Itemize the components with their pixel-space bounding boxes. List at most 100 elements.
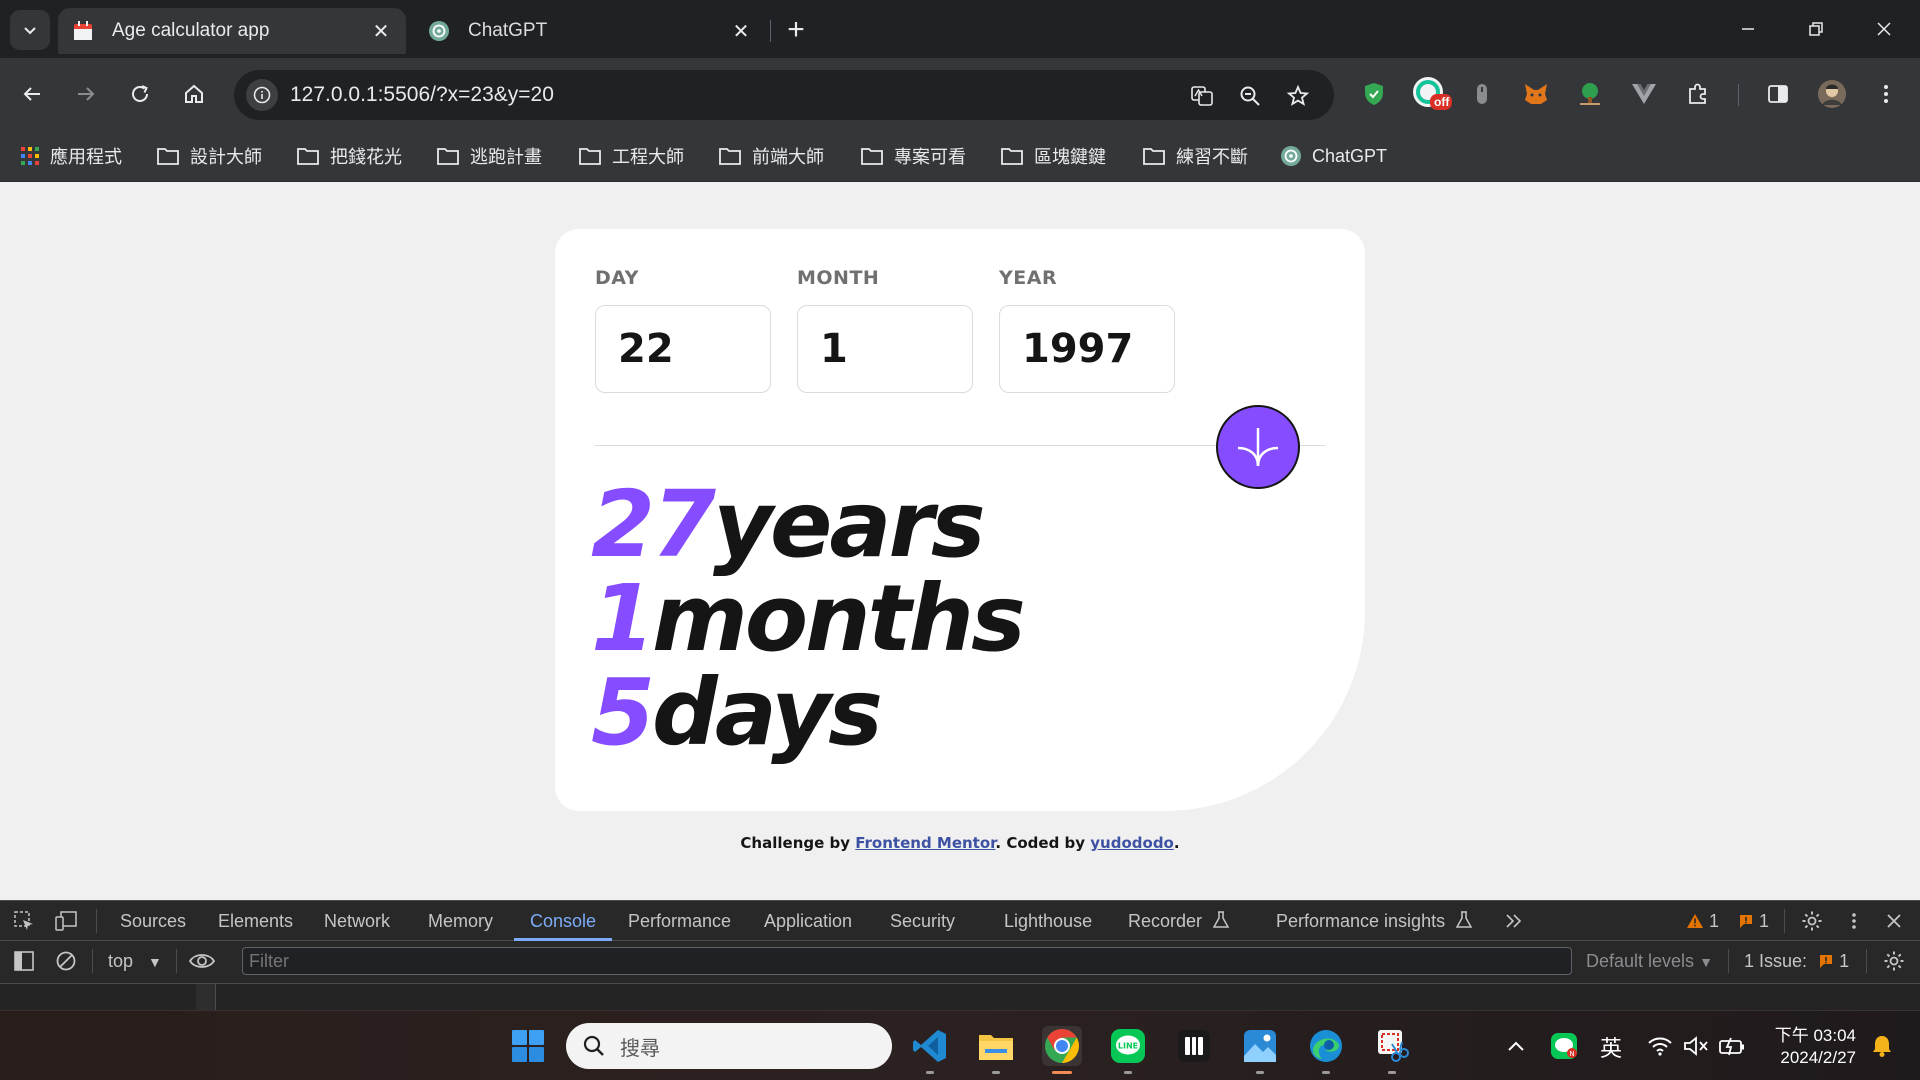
tab-recorder[interactable]: Recorder: [1128, 901, 1230, 941]
grammar-extension[interactable]: off: [1410, 74, 1454, 114]
edge-app[interactable]: [1306, 1026, 1346, 1066]
tab-performance[interactable]: Performance: [628, 901, 731, 941]
reload-button[interactable]: [120, 74, 160, 114]
extensions-button[interactable]: [1682, 78, 1714, 110]
taskbar-search-box[interactable]: 搜尋: [566, 1023, 892, 1069]
live-expression-button[interactable]: [188, 947, 216, 975]
issues-button[interactable]: 1 Issue: 1: [1744, 951, 1849, 972]
tab-console[interactable]: Console: [530, 901, 596, 941]
profile-avatar[interactable]: [1816, 78, 1848, 110]
line-tray-app[interactable]: N: [1548, 1026, 1580, 1066]
vue-devtools-extension[interactable]: [1628, 78, 1660, 110]
bookmark-folder[interactable]: 前端大師: [718, 142, 824, 170]
new-tab-button[interactable]: +: [778, 12, 814, 48]
wifi-status[interactable]: [1644, 1026, 1676, 1066]
bookmark-chatgpt[interactable]: ChatGPT: [1280, 142, 1387, 170]
clock[interactable]: 下午 03:04 2024/2/27: [1770, 1021, 1856, 1068]
back-button[interactable]: [12, 74, 52, 114]
clock-date: 2024/2/27: [1780, 1048, 1856, 1067]
side-panel-button[interactable]: [1762, 78, 1794, 110]
tab-elements[interactable]: Elements: [218, 901, 293, 941]
author-link[interactable]: yudododo: [1090, 834, 1174, 852]
notifications-button[interactable]: [1866, 1026, 1898, 1066]
home-button[interactable]: [174, 74, 214, 114]
browser-menu-button[interactable]: [1870, 78, 1902, 110]
line-app[interactable]: LINE: [1108, 1026, 1148, 1066]
month-input[interactable]: [797, 305, 973, 393]
console-output[interactable]: [0, 983, 1920, 1012]
vue-icon: [1632, 84, 1656, 104]
translate-button[interactable]: [1188, 82, 1216, 110]
console-filter-field[interactable]: [242, 947, 1572, 975]
context-selector[interactable]: top ▼: [108, 951, 162, 972]
bookmark-folder[interactable]: 工程大師: [578, 142, 684, 170]
puzzle-icon: [1689, 83, 1706, 104]
tab-performance-insights[interactable]: Performance insights: [1276, 901, 1473, 941]
warnings-counter[interactable]: 1: [1686, 901, 1719, 941]
year-input[interactable]: [999, 305, 1175, 393]
tab-application[interactable]: Application: [764, 901, 852, 941]
bookmark-star-button[interactable]: [1284, 82, 1312, 110]
close-devtools-button[interactable]: [1880, 907, 1908, 935]
more-tabs-button[interactable]: [1504, 901, 1524, 941]
address-bar[interactable]: 127.0.0.1:5506/?x=23&y=20: [234, 70, 1334, 120]
zoom-button[interactable]: [1236, 82, 1264, 110]
console-sidebar-button[interactable]: [10, 947, 38, 975]
devtools-menu-button[interactable]: [1840, 907, 1868, 935]
url-text[interactable]: 127.0.0.1:5506/?x=23&y=20: [290, 83, 554, 107]
tab-search-button[interactable]: [10, 10, 50, 50]
tab-chatgpt[interactable]: ChatGPT ✕: [414, 8, 766, 54]
tab-security[interactable]: Security: [890, 901, 955, 941]
mouse-extension[interactable]: [1466, 78, 1498, 110]
reload-icon: [132, 85, 148, 102]
volume-status[interactable]: [1680, 1026, 1712, 1066]
errors-counter[interactable]: 1: [1738, 901, 1769, 941]
notion-like-app[interactable]: [1174, 1026, 1214, 1066]
vscode-app[interactable]: [910, 1026, 950, 1066]
site-info-button[interactable]: [246, 79, 278, 111]
bookmark-label: 工程大師: [612, 147, 684, 167]
tree-extension[interactable]: [1574, 78, 1606, 110]
bookmark-folder[interactable]: 把錢花光: [296, 142, 402, 170]
device-toolbar-button[interactable]: [52, 907, 80, 935]
battery-status[interactable]: [1716, 1026, 1748, 1066]
flask-icon: [1455, 911, 1473, 928]
forward-button[interactable]: [66, 74, 106, 114]
console-settings-button[interactable]: [1880, 947, 1908, 975]
calculate-button[interactable]: [1216, 405, 1300, 489]
console-filter-input[interactable]: [243, 948, 1571, 974]
frontend-mentor-link[interactable]: Frontend Mentor: [855, 834, 995, 852]
start-button[interactable]: [508, 1026, 548, 1066]
sidebar-resizer[interactable]: [196, 984, 216, 1012]
photos-app[interactable]: [1240, 1026, 1280, 1066]
metamask-extension[interactable]: [1520, 78, 1552, 110]
bookmark-folder[interactable]: 區塊鍵鍵: [1000, 142, 1106, 170]
shield-extension[interactable]: [1358, 78, 1390, 110]
chrome-app[interactable]: [1042, 1026, 1082, 1066]
snipping-tool-app[interactable]: [1372, 1026, 1412, 1066]
minimize-button[interactable]: [1714, 0, 1782, 58]
bookmark-folder[interactable]: 練習不斷: [1142, 142, 1248, 170]
tab-close-icon[interactable]: ✕: [370, 20, 392, 43]
restore-button[interactable]: [1782, 0, 1850, 58]
bookmark-folder[interactable]: 專案可看: [860, 142, 966, 170]
tab-age-calculator[interactable]: Age calculator app ✕: [58, 8, 406, 54]
bookmark-folder[interactable]: 設計大師: [156, 142, 262, 170]
log-levels-dropdown[interactable]: Default levels ▼: [1586, 951, 1713, 972]
clear-console-button[interactable]: [52, 947, 80, 975]
devtools-settings-button[interactable]: [1798, 907, 1826, 935]
tab-memory[interactable]: Memory: [428, 901, 493, 941]
show-hidden-icons-button[interactable]: [1500, 1026, 1532, 1066]
day-input[interactable]: [595, 305, 771, 393]
tab-close-icon[interactable]: ✕: [730, 20, 752, 43]
bookmark-folder[interactable]: 逃跑計畫: [436, 142, 542, 170]
tab-network[interactable]: Network: [324, 901, 390, 941]
bookmark-apps[interactable]: 應用程式: [20, 142, 122, 170]
file-explorer-app[interactable]: [976, 1026, 1016, 1066]
more-vertical-icon: [1884, 85, 1888, 103]
tab-lighthouse[interactable]: Lighthouse: [1004, 901, 1092, 941]
close-window-button[interactable]: [1850, 0, 1918, 58]
ime-indicator[interactable]: 英: [1600, 1031, 1622, 1063]
tab-sources[interactable]: Sources: [120, 901, 186, 941]
inspect-element-button[interactable]: [10, 907, 38, 935]
